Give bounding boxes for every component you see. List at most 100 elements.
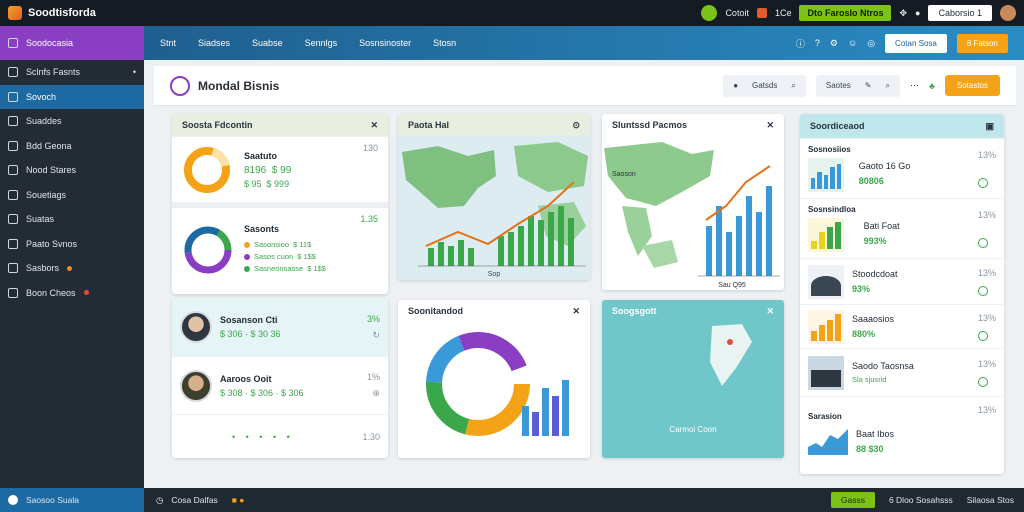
share-icon[interactable]: ✥	[899, 8, 907, 19]
right-row-3[interactable]: Saaaosios 880% 13%	[800, 304, 1004, 348]
search-box-2[interactable]: Saotes ✎ ⌕	[815, 74, 900, 97]
notification-dot-icon	[67, 265, 73, 271]
sidebar-item-9[interactable]: Boon Cheos	[0, 281, 144, 306]
check-icon[interactable]	[977, 177, 988, 188]
check-icon[interactable]	[977, 285, 988, 296]
close-icon[interactable]: ✕	[766, 120, 774, 131]
row-value: 80806	[858, 176, 884, 186]
more-icon[interactable]: ⋯	[910, 80, 919, 91]
close-icon[interactable]: ✕	[370, 120, 378, 131]
globe-icon[interactable]: ◎	[867, 38, 875, 49]
right-row-4[interactable]: Saodo Taosnsa Sla sjusrid 13%	[800, 348, 1004, 396]
world-chart: Saoson Sau Q95	[604, 142, 780, 289]
card1-side: 130	[362, 143, 378, 153]
card1-value-a: $ 95	[244, 178, 262, 189]
footer-right-2[interactable]: Silaosa Stos	[967, 495, 1014, 505]
right-row-1[interactable]: Sosnsindloa Bati Foat 993% 13%	[800, 198, 1004, 258]
person-row-3[interactable]: • • • • • 1.30	[172, 414, 388, 458]
row-value: 880%	[852, 329, 876, 339]
map-axis-label: Sop	[488, 271, 501, 278]
sidebar-item-3[interactable]: Bdd Geona	[0, 134, 144, 159]
nav-link-0[interactable]: Stnt	[160, 38, 176, 48]
footer-left-label: Saosoo Suala	[26, 495, 79, 505]
location-pin-icon	[727, 339, 733, 345]
settings-icon[interactable]: ⊙	[572, 120, 580, 131]
user-b[interactable]: 1Ce	[775, 8, 792, 18]
alert-icon[interactable]: ■ ●	[232, 495, 245, 505]
sidebar-item-0[interactable]: Sclnfs Fasnts •	[0, 60, 144, 85]
user-icon[interactable]: ☺	[848, 38, 857, 48]
footer-button[interactable]: Gasss	[830, 492, 875, 508]
stat-card-2[interactable]: Sasonts Sasonsioo $ 11$ Sasos cuon $ 1$$ S…	[172, 202, 388, 292]
right-row-0[interactable]: Sosnosiios Gaoto 16 Go 80806 13%	[800, 138, 1004, 198]
person-row-2[interactable]: Aaroos Ooit $ 308 · $ 306 · $ 306 1% ⊕	[172, 356, 388, 414]
refresh-icon[interactable]: ↻	[367, 330, 380, 341]
row-title: Sosnsindloa	[808, 205, 856, 214]
right-row-5[interactable]: Sarasion Baat Ibos 88 $30 13%	[800, 396, 1004, 472]
avatar[interactable]	[1000, 5, 1016, 21]
row-pct: 13%	[977, 312, 996, 323]
map-chart-panel: Paota Hal ⊙ Sop	[398, 114, 590, 280]
donut-multi-icon	[184, 226, 232, 274]
right-row-2[interactable]: Stoodcdoat 93% 13%	[800, 258, 1004, 304]
app-logo[interactable]: Soodtisforda	[8, 6, 96, 20]
footer-left[interactable]: Saosoo Suala	[0, 488, 144, 512]
legend-dot-icon	[244, 265, 250, 272]
search-box-1[interactable]: ● Gatsds ⌕	[723, 74, 806, 97]
sidebar-item-5[interactable]: Souetiags	[0, 183, 144, 208]
help-icon[interactable]: ?	[815, 38, 820, 48]
sidebar-item-2[interactable]: Suaddes	[0, 109, 144, 134]
calendar-icon[interactable]: ▣	[985, 121, 994, 132]
home-icon	[8, 38, 18, 48]
row-pct: 13%	[977, 405, 996, 415]
calendar-icon	[8, 263, 18, 274]
nav-link-4[interactable]: Sosnsinoster	[359, 38, 411, 48]
close-icon[interactable]: ✕	[766, 306, 774, 317]
search-label-1: Gatsds	[752, 81, 778, 90]
check-icon[interactable]	[977, 237, 988, 248]
mail-icon	[8, 287, 18, 298]
top-search-button[interactable]: Caborsio 1	[928, 5, 992, 21]
info-icon[interactable]: ⊕	[367, 388, 380, 399]
top-green-button[interactable]: Dto Faroslo Ntros	[799, 5, 892, 21]
flag-icon	[756, 8, 767, 18]
person-row-1[interactable]: Sosanson Cti $ 306 · $ 30 36 3% ↻	[172, 298, 388, 356]
right-title: Soordiceaod	[810, 121, 865, 131]
stats-button[interactable]: Sotastos	[944, 75, 1000, 96]
nav-link-1[interactable]: Siadses	[198, 38, 230, 48]
card1-value: 8196	[244, 164, 267, 176]
sidebar-item-label: Bdd Geona	[26, 140, 72, 151]
nav-orange-button[interactable]: 8 Fatson	[956, 33, 1008, 53]
sidebar-item-1[interactable]: Sovoch	[0, 84, 144, 109]
sidebar-item-7[interactable]: Paato Svnos	[0, 232, 144, 257]
legend-value: $ 1$$	[297, 252, 316, 261]
check-icon[interactable]	[977, 376, 988, 387]
nav-link-2[interactable]: Suabse	[252, 38, 283, 48]
sidebar-item-4[interactable]: Nood Stares	[0, 158, 144, 183]
close-icon[interactable]: ✕	[572, 306, 580, 317]
person-values: $ 306 · $ 30 36	[220, 329, 281, 339]
bar-series	[706, 186, 772, 276]
settings-icon[interactable]: ⚙	[830, 38, 838, 49]
info-icon[interactable]: ⓘ	[796, 37, 805, 50]
trend-line	[705, 165, 771, 221]
sidebar-item-label: Souetiags	[26, 189, 67, 200]
bell-icon[interactable]: ●	[915, 8, 920, 18]
sidebar-item-6[interactable]: Suatas	[0, 207, 144, 232]
row-pct: 13%	[977, 358, 996, 369]
gear-icon	[8, 238, 18, 249]
check-icon[interactable]	[977, 330, 988, 341]
world-label: Saoson	[612, 171, 636, 178]
nav-white-button[interactable]: Cotan Sosa	[885, 33, 947, 53]
stat-card-1[interactable]: Saatuto 8196 $ 99 $ 95 $ 999 130	[172, 136, 388, 202]
sea-label: Carmoi Coon	[669, 425, 716, 434]
nav-link-5[interactable]: Stosn	[433, 38, 456, 48]
user-a[interactable]: Cotoit	[725, 8, 749, 18]
leaf-icon[interactable]: ♣	[929, 81, 935, 91]
legend-value: $ 1$$	[307, 264, 326, 273]
nav-link-3[interactable]: Sennlgs	[305, 38, 338, 48]
sidebar-item-8[interactable]: Sasbors	[0, 256, 144, 281]
footer-right[interactable]: 6 Dloo Sosahsss	[889, 495, 953, 505]
row-name: Gaoto 16 Go	[858, 161, 911, 171]
sidebar-header[interactable]: Soodocasia	[0, 26, 144, 60]
